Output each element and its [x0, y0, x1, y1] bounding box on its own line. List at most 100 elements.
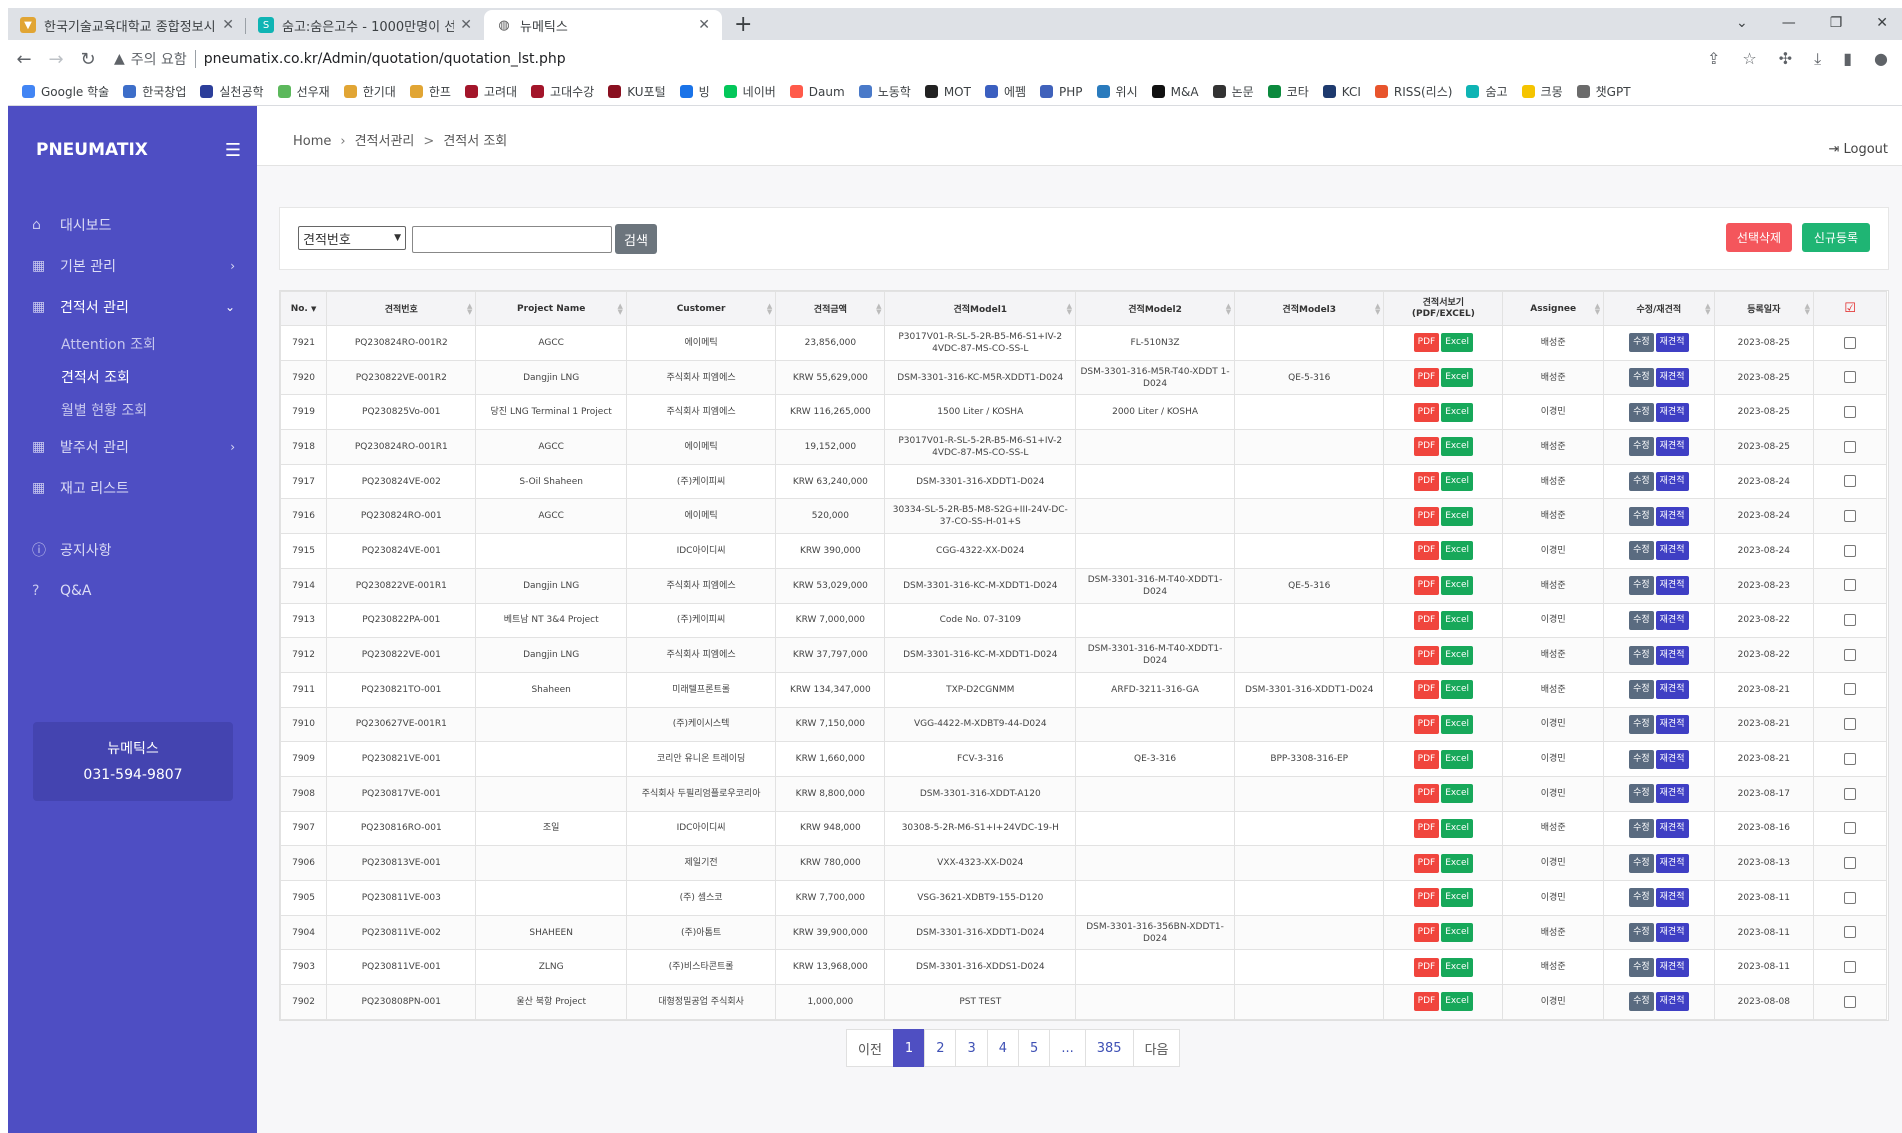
- edit-button[interactable]: 수정: [1629, 680, 1654, 700]
- row-checkbox[interactable]: [1844, 475, 1857, 488]
- bookmark-item[interactable]: KCI: [1322, 85, 1361, 99]
- pdf-button[interactable]: PDF: [1413, 437, 1440, 457]
- bookmark-item[interactable]: 한국창업: [123, 83, 186, 100]
- requote-button[interactable]: 재견적: [1655, 402, 1689, 422]
- excel-button[interactable]: Excel: [1441, 784, 1474, 804]
- row-checkbox[interactable]: [1844, 822, 1857, 835]
- bookmark-star-icon[interactable]: ☆: [1742, 49, 1756, 69]
- search-field-select[interactable]: 견적번호 ▼: [298, 226, 406, 250]
- requote-button[interactable]: 재견적: [1655, 923, 1689, 943]
- pagination-page-last[interactable]: 385: [1084, 1029, 1134, 1067]
- row-checkbox[interactable]: [1844, 752, 1857, 765]
- requote-button[interactable]: 재견적: [1655, 645, 1689, 665]
- row-checkbox[interactable]: [1844, 926, 1857, 939]
- address-bar[interactable]: ▲ 주의 요함 pneumatix.co.kr/Admin/quotation/…: [114, 44, 1707, 74]
- excel-button[interactable]: Excel: [1441, 541, 1474, 561]
- pdf-button[interactable]: PDF: [1413, 818, 1440, 838]
- forward-arrow-icon[interactable]: →: [40, 49, 72, 70]
- row-checkbox[interactable]: [1844, 787, 1857, 800]
- requote-button[interactable]: 재견적: [1655, 506, 1689, 526]
- share-icon[interactable]: ⇪: [1707, 49, 1720, 69]
- minimize-icon[interactable]: —: [1782, 15, 1796, 31]
- download-icon[interactable]: ⤓: [1814, 49, 1821, 69]
- pdf-button[interactable]: PDF: [1413, 368, 1440, 388]
- search-button[interactable]: 검색: [615, 224, 657, 254]
- sidebar-item-dashboard[interactable]: ⌂ 대시보드: [8, 204, 257, 245]
- requote-button[interactable]: 재견적: [1655, 610, 1689, 630]
- requote-button[interactable]: 재견적: [1655, 368, 1689, 388]
- row-checkbox[interactable]: [1844, 440, 1857, 453]
- bookmark-item[interactable]: M&A: [1151, 85, 1199, 99]
- edit-button[interactable]: 수정: [1629, 506, 1654, 526]
- row-checkbox[interactable]: [1844, 960, 1857, 973]
- brand-logo[interactable]: PNEUMATIX: [36, 140, 148, 160]
- hamburger-menu-icon[interactable]: ☰: [225, 140, 241, 161]
- sidebar-item-basic[interactable]: ▦ 기본 관리 ›: [8, 245, 257, 286]
- requote-button[interactable]: 재견적: [1655, 680, 1689, 700]
- excel-button[interactable]: Excel: [1441, 957, 1474, 977]
- pagination-page-1[interactable]: 1: [892, 1029, 926, 1067]
- search-input[interactable]: [412, 226, 612, 253]
- edit-button[interactable]: 수정: [1629, 853, 1654, 873]
- sidebar-item-inventory[interactable]: ▦ 재고 리스트: [8, 467, 257, 508]
- sidebar-item-notice[interactable]: ⓘ 공지사항: [8, 529, 257, 570]
- excel-button[interactable]: Excel: [1441, 888, 1474, 908]
- requote-button[interactable]: 재견적: [1655, 749, 1689, 769]
- excel-button[interactable]: Excel: [1441, 992, 1474, 1012]
- edit-button[interactable]: 수정: [1629, 437, 1654, 457]
- requote-button[interactable]: 재견적: [1655, 818, 1689, 838]
- sidebar-subitem-attention[interactable]: Attention 조회: [8, 327, 257, 360]
- edit-button[interactable]: 수정: [1629, 818, 1654, 838]
- col-header-project[interactable]: Project Name ▲ ▼: [475, 291, 627, 326]
- col-header-amount[interactable]: 견적금액 ▲ ▼: [775, 291, 886, 326]
- sidebar-item-qna[interactable]: ? Q&A: [8, 570, 257, 611]
- col-header-customer[interactable]: Customer ▲ ▼: [625, 291, 777, 326]
- pdf-button[interactable]: PDF: [1413, 541, 1440, 561]
- profile-avatar-icon[interactable]: ●: [1874, 49, 1888, 69]
- pagination-prev[interactable]: 이전: [846, 1029, 894, 1067]
- excel-button[interactable]: Excel: [1441, 402, 1474, 422]
- pdf-button[interactable]: PDF: [1413, 784, 1440, 804]
- pdf-button[interactable]: PDF: [1413, 714, 1440, 734]
- edit-button[interactable]: 수정: [1629, 749, 1654, 769]
- pdf-button[interactable]: PDF: [1413, 645, 1440, 665]
- row-checkbox[interactable]: [1844, 683, 1857, 696]
- requote-button[interactable]: 재견적: [1655, 784, 1689, 804]
- bookmark-item[interactable]: 노동학: [858, 83, 911, 100]
- requote-button[interactable]: 재견적: [1655, 992, 1689, 1012]
- sidebar-subitem-quotation-list[interactable]: 견적서 조회: [8, 360, 257, 393]
- pdf-button[interactable]: PDF: [1413, 472, 1440, 492]
- pdf-button[interactable]: PDF: [1413, 680, 1440, 700]
- edit-button[interactable]: 수정: [1629, 714, 1654, 734]
- bookmark-item[interactable]: 코타: [1267, 83, 1309, 100]
- row-checkbox[interactable]: [1844, 510, 1857, 523]
- breadcrumb-home[interactable]: Home: [293, 134, 331, 149]
- row-checkbox[interactable]: [1844, 336, 1857, 349]
- pdf-button[interactable]: PDF: [1413, 749, 1440, 769]
- row-checkbox[interactable]: [1844, 856, 1857, 869]
- excel-button[interactable]: Excel: [1441, 749, 1474, 769]
- bookmark-item[interactable]: 위시: [1096, 83, 1138, 100]
- row-checkbox[interactable]: [1844, 891, 1857, 904]
- pagination-next[interactable]: 다음: [1132, 1029, 1181, 1067]
- row-checkbox[interactable]: [1844, 718, 1857, 731]
- restore-icon[interactable]: ❐: [1830, 15, 1843, 31]
- excel-button[interactable]: Excel: [1441, 576, 1474, 596]
- bookmark-item[interactable]: PHP: [1040, 85, 1083, 99]
- bookmark-item[interactable]: MOT: [924, 85, 971, 99]
- requote-button[interactable]: 재견적: [1655, 437, 1689, 457]
- bookmark-item[interactable]: 한기대: [343, 83, 396, 100]
- pagination-page-5[interactable]: 5: [1018, 1029, 1051, 1067]
- select-all-checkbox[interactable]: ☑: [1813, 291, 1887, 326]
- security-label[interactable]: 주의 요함: [131, 49, 187, 69]
- requote-button[interactable]: 재견적: [1655, 714, 1689, 734]
- tab-search-chevron-icon[interactable]: ⌄: [1736, 15, 1748, 31]
- row-checkbox[interactable]: [1844, 371, 1857, 384]
- bookmark-item[interactable]: RISS(리스): [1374, 83, 1452, 100]
- bookmark-item[interactable]: 고대수강: [531, 83, 594, 100]
- pdf-button[interactable]: PDF: [1413, 610, 1440, 630]
- col-header-edit[interactable]: 수정/재견적 ▲ ▼: [1603, 291, 1715, 326]
- extensions-puzzle-icon[interactable]: ✣: [1779, 49, 1792, 69]
- excel-button[interactable]: Excel: [1441, 923, 1474, 943]
- bookmark-item[interactable]: 빙: [679, 83, 710, 100]
